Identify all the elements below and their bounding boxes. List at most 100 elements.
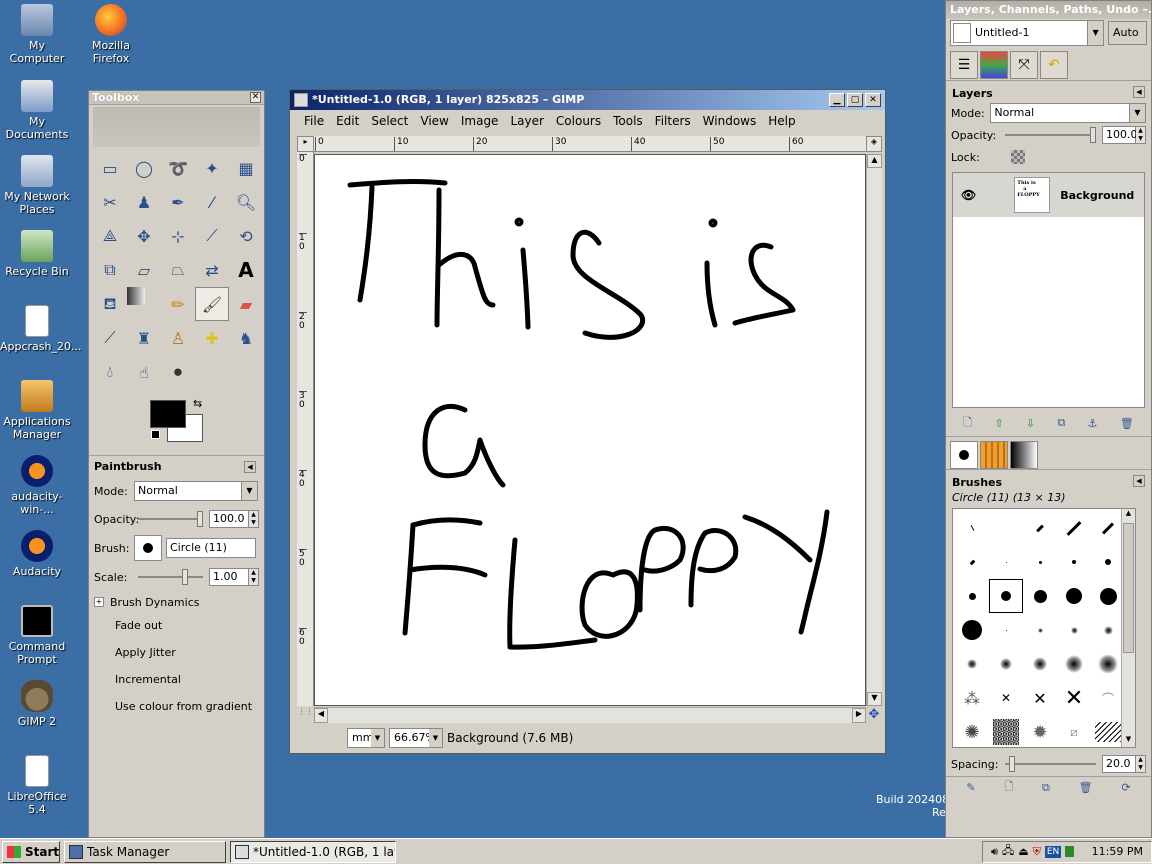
clone-icon[interactable]: ♙ xyxy=(161,321,195,355)
rotate-icon[interactable]: ⟲ xyxy=(229,219,263,253)
menu-colours[interactable]: Colours xyxy=(550,110,607,132)
volume-icon[interactable]: 🔊︎ xyxy=(991,845,998,859)
brush-item[interactable] xyxy=(1023,647,1057,681)
close-icon[interactable]: ✕ xyxy=(250,92,261,103)
spin-arrows-icon[interactable]: ▲ ▼ xyxy=(1136,126,1146,144)
brush-item[interactable] xyxy=(955,545,989,579)
network-tray-icon[interactable]: 🖧 xyxy=(1002,842,1014,861)
opacity-input[interactable]: 100.0 xyxy=(209,510,249,528)
zoom-on-resize-icon[interactable]: ⋮⋮ xyxy=(297,707,314,723)
desktop-icon-my-documents[interactable]: My Documents xyxy=(0,80,74,141)
minimize-icon[interactable]: ▁ xyxy=(829,93,845,107)
shear-icon[interactable]: ▱ xyxy=(127,253,161,287)
menu-help[interactable]: Help xyxy=(762,110,801,132)
spacing-input[interactable]: 20.0 xyxy=(1102,755,1136,773)
vertical-scrollbar[interactable]: ▲ ▼ xyxy=(866,154,882,706)
desktop-icon-command-prompt[interactable]: Command Prompt xyxy=(0,605,74,666)
slider-handle[interactable] xyxy=(197,511,203,527)
language-indicator[interactable]: EN xyxy=(1044,845,1062,858)
spin-arrows-icon[interactable]: ▲ ▼ xyxy=(249,510,259,528)
blend-icon[interactable] xyxy=(127,287,145,305)
brush-item-selected[interactable] xyxy=(989,579,1023,613)
brush-item[interactable] xyxy=(1091,715,1125,749)
swap-colors-icon[interactable]: ⇆ xyxy=(193,397,202,410)
menu-windows[interactable]: Windows xyxy=(697,110,763,132)
free-select-icon[interactable]: ➰ xyxy=(161,151,195,185)
text-icon[interactable]: A xyxy=(229,253,263,287)
edit-brush-icon[interactable]: ✎ xyxy=(966,781,975,794)
brush-preview-button[interactable] xyxy=(134,535,162,561)
horizontal-ruler[interactable]: 0 10 20 30 40 50 60 xyxy=(314,136,866,152)
brush-item[interactable] xyxy=(989,545,1023,579)
measure-icon[interactable]: ⟁ xyxy=(93,219,127,253)
dodge-burn-icon[interactable]: ⚫ xyxy=(161,355,195,389)
vertical-ruler[interactable]: 0 1 0 2 0 3 0 4 0 5 0 6 0 xyxy=(297,152,314,706)
mode-select[interactable]: Normal ▼ xyxy=(134,481,258,501)
use-colour-gradient-option[interactable]: Use colour from gradient xyxy=(89,694,264,721)
layer-mode-select[interactable]: Normal ▼ xyxy=(990,103,1146,123)
brush-item[interactable] xyxy=(1091,613,1125,647)
brush-item[interactable] xyxy=(1057,579,1091,613)
new-brush-icon[interactable]: 🗋︎ xyxy=(1004,778,1013,797)
menu-edit[interactable]: Edit xyxy=(330,110,365,132)
blur-icon[interactable]: 💧︎ xyxy=(93,355,127,389)
desktop-icon-gimp[interactable]: GIMP 2 xyxy=(0,680,74,728)
brush-name-field[interactable]: Circle (11) xyxy=(166,538,256,558)
brush-item[interactable] xyxy=(989,715,1023,749)
new-layer-icon[interactable]: 🗋︎ xyxy=(963,414,972,433)
app-tray-icon[interactable] xyxy=(1065,846,1075,857)
quick-mask-corner-icon[interactable]: ▸ xyxy=(297,136,314,152)
menu-select[interactable]: Select xyxy=(365,110,414,132)
pencil-icon[interactable]: ✏ xyxy=(161,287,195,321)
brush-item[interactable] xyxy=(1091,511,1125,545)
brush-item[interactable] xyxy=(989,613,1023,647)
lock-alpha-checkbox[interactable] xyxy=(1011,150,1025,164)
horizontal-scrollbar[interactable]: ◀ ▶ xyxy=(314,707,866,723)
close-icon[interactable]: ✕ xyxy=(865,93,881,107)
tab-layers-icon[interactable]: ☰ xyxy=(950,51,978,79)
color-picker-icon[interactable]: ⁄ xyxy=(195,185,229,219)
brush-item[interactable] xyxy=(1023,545,1057,579)
brush-item[interactable]: ⧄ xyxy=(1057,715,1091,749)
eye-icon[interactable]: 👁︎ xyxy=(961,188,976,202)
airbrush-icon[interactable]: ⟋ xyxy=(93,321,127,355)
layer-opacity-input[interactable]: 100.0 xyxy=(1102,126,1138,144)
scroll-down-icon[interactable]: ▼ xyxy=(867,692,882,706)
brush-scrollbar[interactable]: ▲ ▼ xyxy=(1121,509,1135,747)
ink-icon[interactable]: ♜ xyxy=(127,321,161,355)
foreground-color-swatch[interactable] xyxy=(150,400,186,428)
duplicate-brush-icon[interactable]: ⧉ xyxy=(1042,781,1050,795)
slider-handle[interactable] xyxy=(182,569,188,585)
scissors-icon[interactable]: ✂ xyxy=(93,185,127,219)
scroll-up-icon[interactable]: ▲ xyxy=(1122,509,1135,521)
brush-item[interactable]: ⁂ xyxy=(955,681,989,715)
panel-menu-icon[interactable]: ◀ xyxy=(1133,86,1145,98)
slider-handle[interactable] xyxy=(1090,127,1096,143)
navigate-icon[interactable]: ✥ xyxy=(866,707,882,723)
desktop-icon-network[interactable]: My Network Places xyxy=(0,155,74,216)
brush-item[interactable] xyxy=(1091,579,1125,613)
image-select[interactable]: Untitled-1 ▼ xyxy=(950,20,1105,46)
brush-item[interactable] xyxy=(1057,545,1091,579)
auto-button[interactable]: Auto xyxy=(1108,21,1147,45)
desktop-icon-appcrash[interactable]: Appcrash_20... xyxy=(0,305,82,353)
brush-item[interactable] xyxy=(1023,579,1057,613)
refresh-brushes-icon[interactable]: ⟳ xyxy=(1121,781,1130,794)
security-icon[interactable]: ⛨ xyxy=(1033,845,1041,859)
incremental-option[interactable]: Incremental xyxy=(89,667,264,694)
scroll-right-icon[interactable]: ▶ xyxy=(852,708,866,723)
menu-filters[interactable]: Filters xyxy=(649,110,697,132)
taskbar-item-task-manager[interactable]: Task Manager xyxy=(64,840,226,863)
default-colors-icon[interactable] xyxy=(151,430,160,439)
rect-select-icon[interactable]: ▭ xyxy=(93,151,127,185)
desktop-icon-libreoffice[interactable]: LibreOffice 5.4 xyxy=(0,755,74,816)
brush-item[interactable] xyxy=(989,647,1023,681)
taskbar-item-gimp[interactable]: *Untitled-1.0 (RGB, 1 layer) ... xyxy=(230,840,396,863)
scale-input[interactable]: 1.00 xyxy=(209,568,249,586)
paths-icon[interactable]: ✒ xyxy=(161,185,195,219)
navigate-corner-icon[interactable]: ◈ xyxy=(866,136,882,152)
bucket-fill-icon[interactable]: ⛾ xyxy=(93,287,127,321)
delete-brush-icon[interactable]: 🗑︎ xyxy=(1079,781,1093,794)
panel-menu-icon[interactable]: ◀ xyxy=(1133,475,1145,487)
brush-item[interactable] xyxy=(1091,545,1125,579)
